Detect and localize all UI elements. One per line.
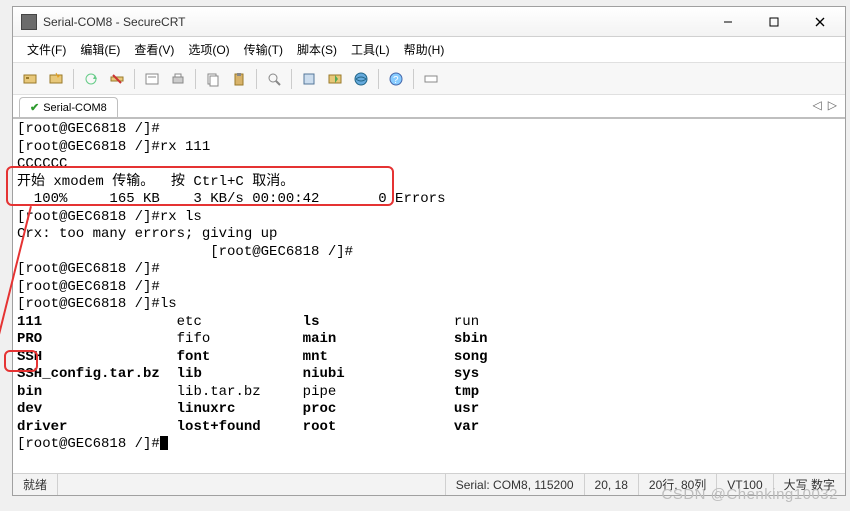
- minimize-button[interactable]: [705, 7, 751, 37]
- menubar: 文件(F) 编辑(E) 查看(V) 选项(O) 传输(T) 脚本(S) 工具(L…: [13, 37, 845, 63]
- tab-prev-icon[interactable]: ◁: [813, 98, 822, 112]
- window-title: Serial-COM8 - SecureCRT: [43, 15, 705, 29]
- toolbar-sep: [413, 69, 414, 89]
- window-controls: [705, 7, 843, 36]
- check-icon: ✔: [30, 101, 39, 114]
- reconnect-icon[interactable]: [80, 68, 102, 90]
- session-icon[interactable]: [141, 68, 163, 90]
- statusbar: 就绪 Serial: COM8, 115200 20, 18 20行, 80列 …: [13, 473, 845, 495]
- quickconnect-icon[interactable]: [45, 68, 67, 90]
- menu-view[interactable]: 查看(V): [128, 38, 180, 61]
- tray-icon[interactable]: [420, 68, 442, 90]
- menu-file[interactable]: 文件(F): [21, 38, 72, 61]
- status-size: 20行, 80列: [639, 474, 717, 495]
- menu-tools[interactable]: 工具(L): [345, 38, 396, 61]
- app-icon: [21, 14, 37, 30]
- status-caps: 大写 数字: [774, 474, 845, 495]
- status-connection: Serial: COM8, 115200: [446, 474, 585, 495]
- app-window: Serial-COM8 - SecureCRT 文件(F) 编辑(E) 查看(V…: [12, 6, 846, 496]
- titlebar: Serial-COM8 - SecureCRT: [13, 7, 845, 37]
- paste-icon[interactable]: [228, 68, 250, 90]
- status-ready: 就绪: [13, 474, 58, 495]
- help-icon[interactable]: ?: [385, 68, 407, 90]
- menu-help[interactable]: 帮助(H): [398, 38, 451, 61]
- menu-transfer[interactable]: 传输(T): [238, 38, 289, 61]
- print-icon[interactable]: [167, 68, 189, 90]
- session-tab[interactable]: ✔ Serial-COM8: [19, 97, 118, 117]
- status-emulation: VT100: [717, 474, 773, 495]
- menu-script[interactable]: 脚本(S): [291, 38, 343, 61]
- maximize-button[interactable]: [751, 7, 797, 37]
- status-spacer: [58, 474, 446, 495]
- toolbar-sep: [134, 69, 135, 89]
- find-icon[interactable]: [263, 68, 285, 90]
- tab-next-icon[interactable]: ▷: [828, 98, 837, 112]
- menu-edit[interactable]: 编辑(E): [74, 38, 126, 61]
- toolbar-sep: [291, 69, 292, 89]
- toolbar-sep: [378, 69, 379, 89]
- toolbar-sep: [73, 69, 74, 89]
- tab-label: Serial-COM8: [43, 102, 107, 114]
- toolbar-sep: [195, 69, 196, 89]
- connect-icon[interactable]: [19, 68, 41, 90]
- terminal-view[interactable]: [root@GEC6818 /]#[root@GEC6818 /]#rx 111…: [13, 119, 845, 473]
- toolbar: ?: [13, 63, 845, 95]
- close-button[interactable]: [797, 7, 843, 37]
- settings-icon[interactable]: [298, 68, 320, 90]
- svg-text:?: ?: [393, 75, 399, 86]
- toolbar-sep: [256, 69, 257, 89]
- tabbar: ✔ Serial-COM8 ◁ ▷: [13, 95, 845, 119]
- disconnect-icon[interactable]: [106, 68, 128, 90]
- status-cursor-pos: 20, 18: [585, 474, 639, 495]
- menu-options[interactable]: 选项(O): [182, 38, 235, 61]
- xfer-icon[interactable]: [324, 68, 346, 90]
- copy-icon[interactable]: [202, 68, 224, 90]
- globe-icon[interactable]: [350, 68, 372, 90]
